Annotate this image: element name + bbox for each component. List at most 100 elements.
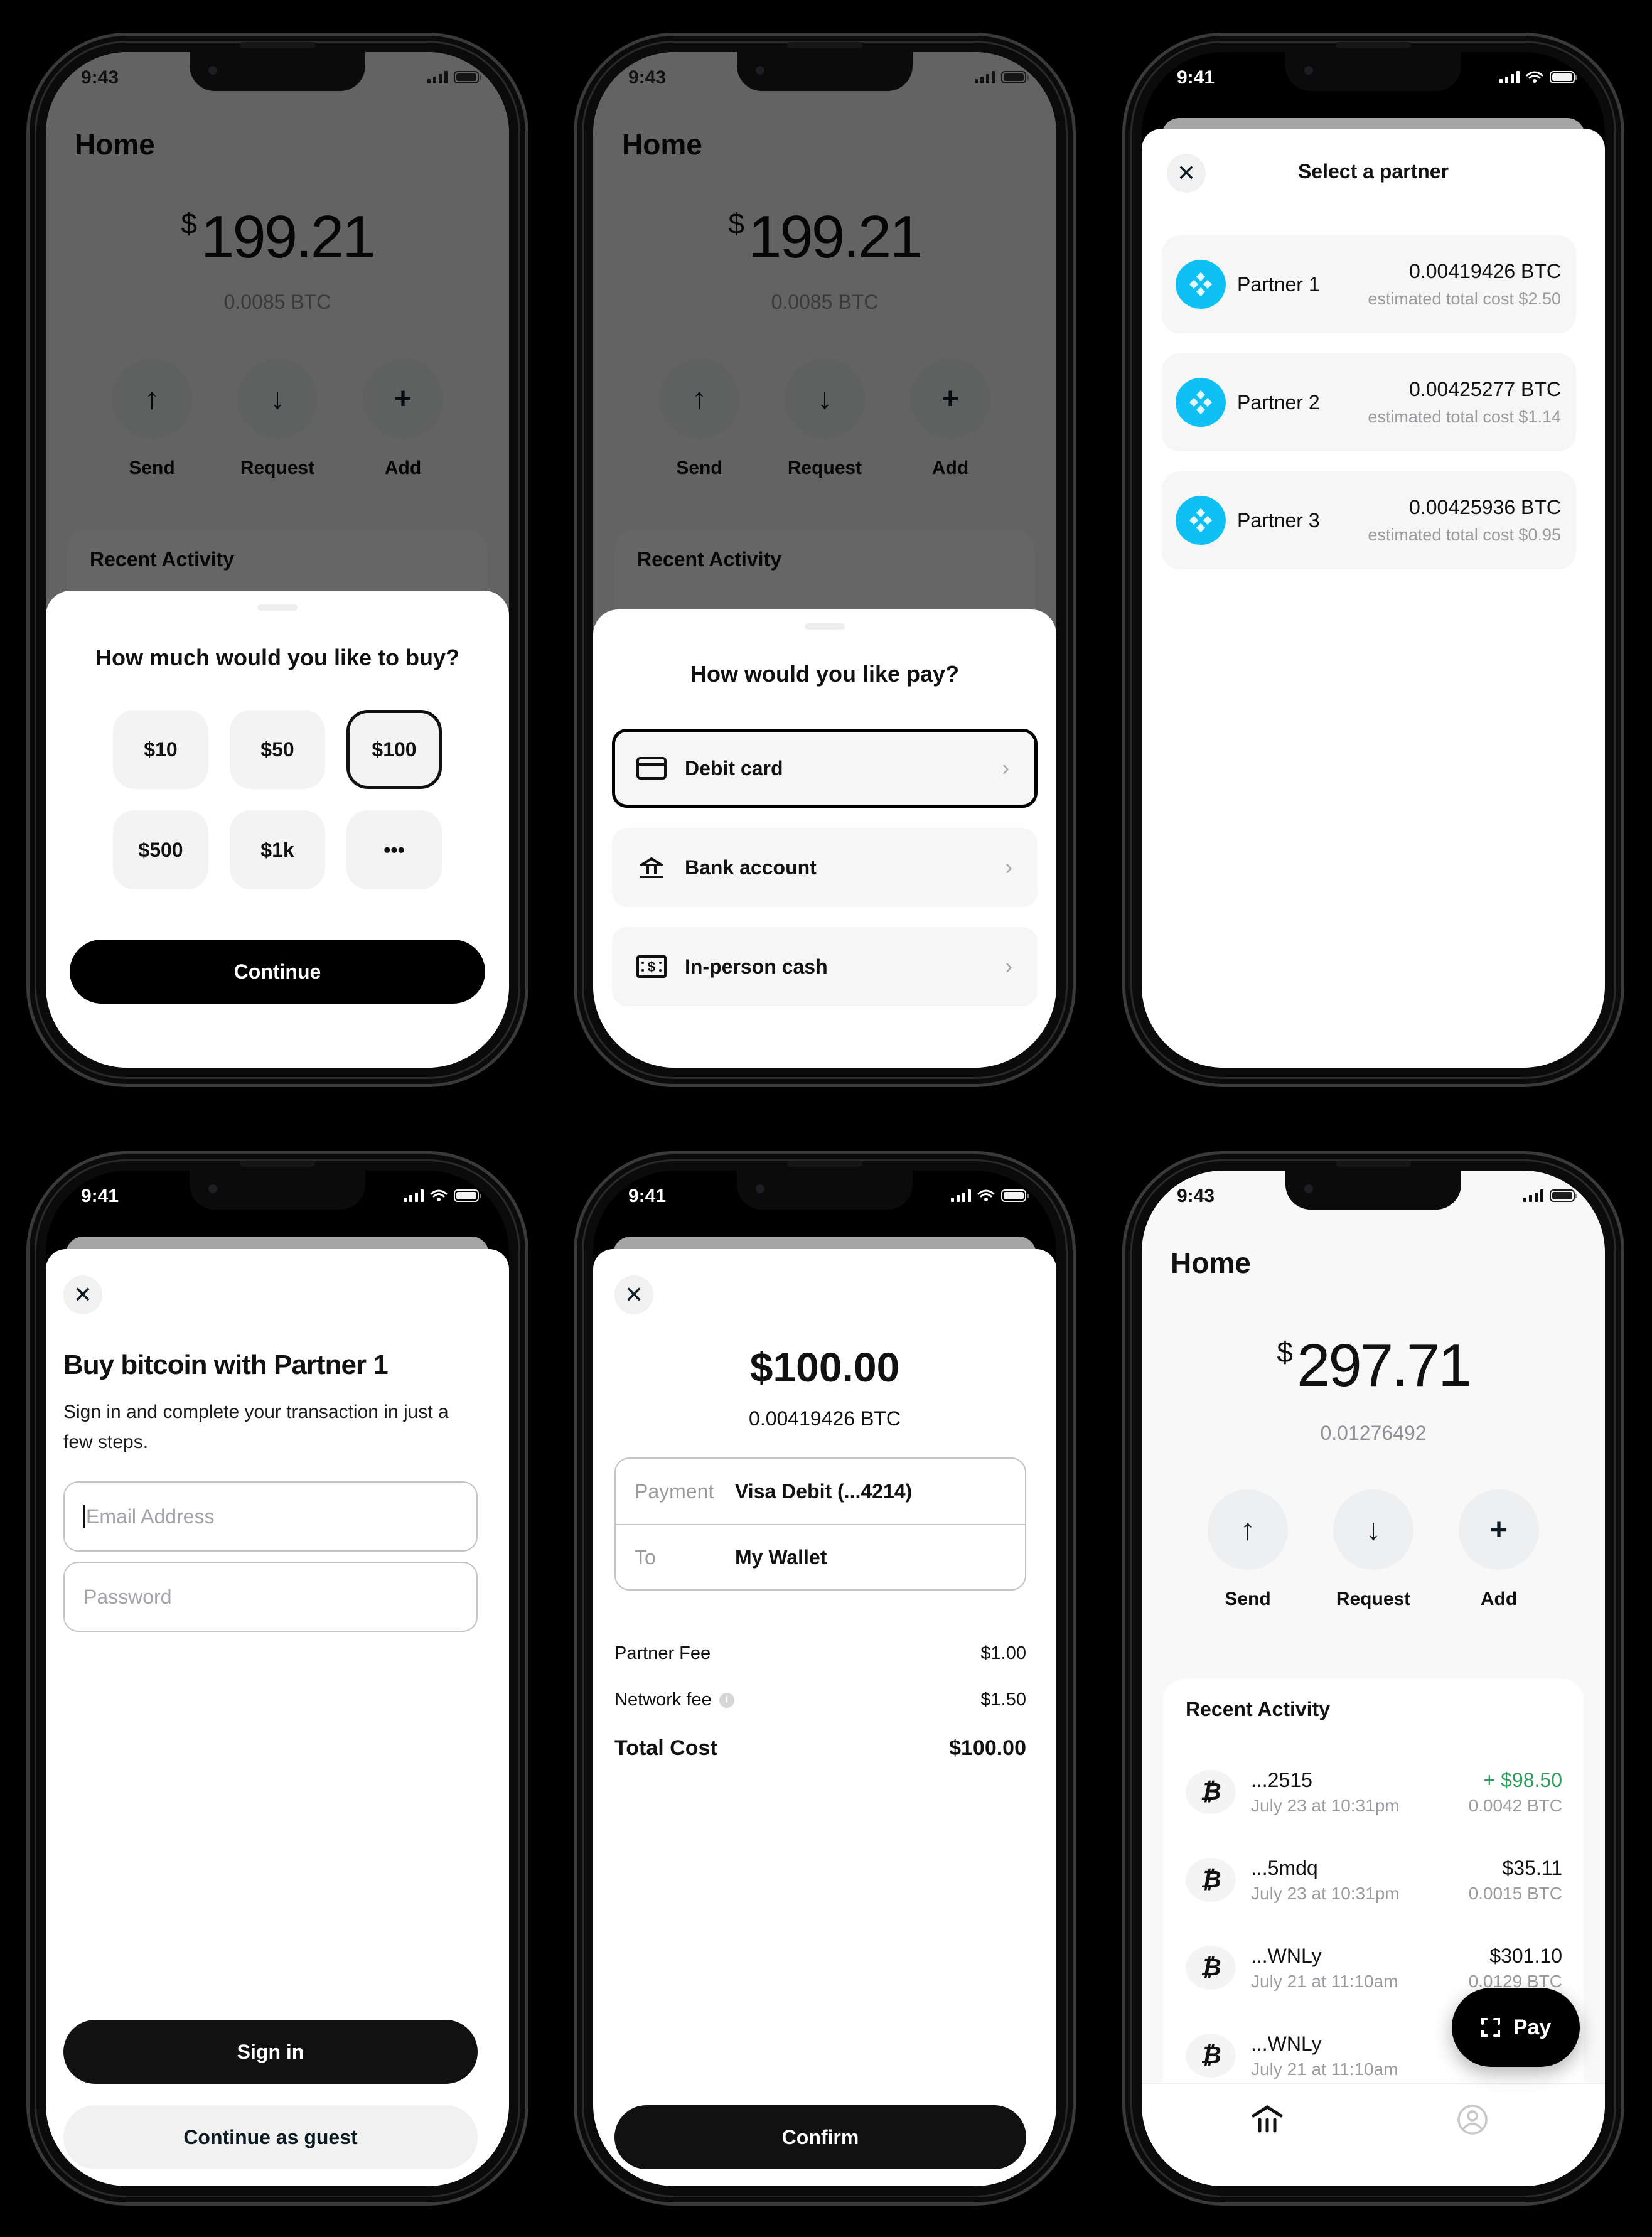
transaction-row[interactable]: ₿ ...2515 July 23 at 10:31pm + $98.50 0.00… [1163,1748,1584,1836]
continue-button[interactable]: Continue [70,940,485,1004]
status-time: 9:41 [81,1186,119,1206]
signal-icon [404,1189,424,1202]
more-options-button[interactable]: ••• [346,810,442,889]
screen: 9:43 Home $199.21 0.0085 BTC ↑Send ↓Requ… [593,52,1056,1068]
add-label: Add [1480,1589,1518,1609]
signin-button[interactable]: Sign in [63,2020,478,2084]
partner-cost: estimated total cost $2.50 [1368,289,1561,308]
notch [190,1171,365,1210]
partner-logo-icon [1176,496,1226,545]
partner-cost: estimated total cost $0.95 [1368,525,1561,544]
partner-sheet: ✕ Select a partner Partner 1 0.00419426 … [1142,129,1605,1068]
purchase-btc: 0.00419426 BTC [749,1407,901,1430]
balance-btc: 0.01276492 [1320,1422,1427,1444]
battery-icon [454,71,481,83]
detail-key: To [635,1545,656,1569]
amount-option[interactable]: $50 [230,710,325,789]
total-row: Total Cost $100.00 [614,1736,1026,1761]
speaker [1336,1161,1411,1167]
fee-row: Partner Fee $1.00 [614,1643,1026,1664]
bitcoin-icon: ₿ [1186,1946,1236,1990]
tab-profile[interactable] [1456,2103,1489,2139]
close-button[interactable]: ✕ [614,1275,653,1314]
plus-icon: + [1459,1489,1539,1570]
option-label: Bank account [685,856,817,879]
fee-row: Network fee i $1.50 [614,1690,1026,1710]
fee-label: Partner Fee [614,1643,711,1663]
phone-home-screen: 9:43 Home $297.71 0.01276492 ↑ Send ↓ Requ… [1122,1151,1624,2206]
send-button[interactable]: ↑ Send [1208,1489,1288,1610]
scan-icon [1481,2018,1500,2037]
screen: 9:41 ✕ Buy bitcoin with Partner 1 Sign i… [46,1171,509,2186]
recent-activity-title: Recent Activity [1186,1698,1330,1720]
chevron-right-icon: › [1005,855,1012,879]
send-label: Send [1225,1589,1271,1609]
purchase-amount: $100.00 [749,1344,900,1390]
partner-option[interactable]: Partner 1 0.00419426 BTC estimated total … [1162,235,1576,333]
speaker [787,42,862,48]
partner-option[interactable]: Partner 2 0.00425277 BTC estimated total … [1162,353,1576,451]
sheet-title: How much would you like to buy? [95,645,459,670]
continue-as-guest-button[interactable]: Continue as guest [63,2105,478,2169]
tx-btc: 0.0015 BTC [1468,1883,1562,1903]
payment-method-sheet: How would you like pay? Debit card › Ban… [593,609,1056,1068]
pay-button[interactable]: Pay [1452,1988,1580,2067]
sheet-handle[interactable] [805,623,845,630]
close-icon: ✕ [73,1282,93,1307]
signin-sheet: ✕ Buy bitcoin with Partner 1 Sign in and… [46,1249,509,2186]
notch [737,1171,913,1210]
signal-icon [1523,1189,1543,1202]
payment-option-cash[interactable]: $ In-person cash › [612,927,1038,1006]
payment-option-bank-account[interactable]: Bank account › [612,828,1038,907]
chevron-right-icon: › [1005,954,1012,979]
payment-row[interactable]: Payment Visa Debit (...4214) [616,1459,1025,1524]
payment-option-debit-card[interactable]: Debit card › [612,729,1038,808]
profile-icon [1457,2105,1488,2135]
screen: 9:41 ✕ $100.00 0.00419426 BTC Payment Vis… [593,1171,1056,2186]
total-value: $100.00 [949,1736,1026,1760]
screen: 9:41 ✕ Select a partner Partner 1 0.0041… [1142,52,1605,1068]
notch [737,52,913,91]
add-button[interactable]: + Add [1459,1489,1539,1610]
partner-option[interactable]: Partner 3 0.00425936 BTC estimated total … [1162,471,1576,569]
transaction-details: Payment Visa Debit (...4214) To My Wallet [614,1457,1026,1591]
partner-name: Partner 3 [1237,508,1320,532]
signal-icon [975,71,995,83]
request-button[interactable]: ↓ Request [1333,1489,1413,1610]
password-field[interactable]: Password [63,1562,478,1632]
phone-signin-screen: 9:41 ✕ Buy bitcoin with Partner 1 Sign i… [26,1151,528,2206]
transaction-row[interactable]: ₿ ...5mdq July 23 at 10:31pm $35.11 0.0015… [1163,1836,1584,1924]
partner-logo-icon [1176,260,1226,309]
bitcoin-icon: ₿ [1186,2034,1236,2078]
email-field[interactable]: Email Address [63,1481,478,1552]
battery-icon [1550,71,1577,83]
tx-id: ...2515 [1251,1768,1312,1791]
pay-label: Pay [1513,2015,1552,2039]
partner-btc: 0.00425936 BTC [1409,496,1561,518]
amount-option[interactable]: $500 [113,810,208,889]
currency-symbol: $ [1277,1336,1293,1368]
destination-row[interactable]: To My Wallet [616,1524,1025,1589]
total-label: Total Cost [614,1736,717,1760]
amount-option-selected[interactable]: $100 [346,710,442,789]
wifi-icon [430,1189,448,1201]
page-title: Home [1171,1247,1251,1279]
detail-value: My Wallet [735,1545,827,1569]
confirm-button[interactable]: Confirm [614,2105,1026,2169]
close-button[interactable]: ✕ [63,1275,102,1314]
amount-option[interactable]: $1k [230,810,325,889]
tab-home[interactable] [1251,2103,1284,2139]
wifi-icon [977,1189,995,1201]
status-time: 9:43 [1177,1186,1215,1206]
battery-icon [1550,1189,1577,1202]
partner-cost: estimated total cost $1.14 [1368,407,1561,426]
amount-grid: $10 $50 $100 $500 $1k ••• [46,710,509,889]
fee-label: Network fee [614,1690,712,1710]
sheet-handle[interactable] [257,604,298,611]
payment-options: Debit card › Bank account › $ In-person … [612,729,1038,1006]
notch [1285,1171,1461,1210]
status-time: 9:41 [1177,67,1215,88]
tx-usd: $301.10 [1489,1944,1562,1967]
amount-option[interactable]: $10 [113,710,208,789]
info-icon[interactable]: i [719,1693,734,1709]
